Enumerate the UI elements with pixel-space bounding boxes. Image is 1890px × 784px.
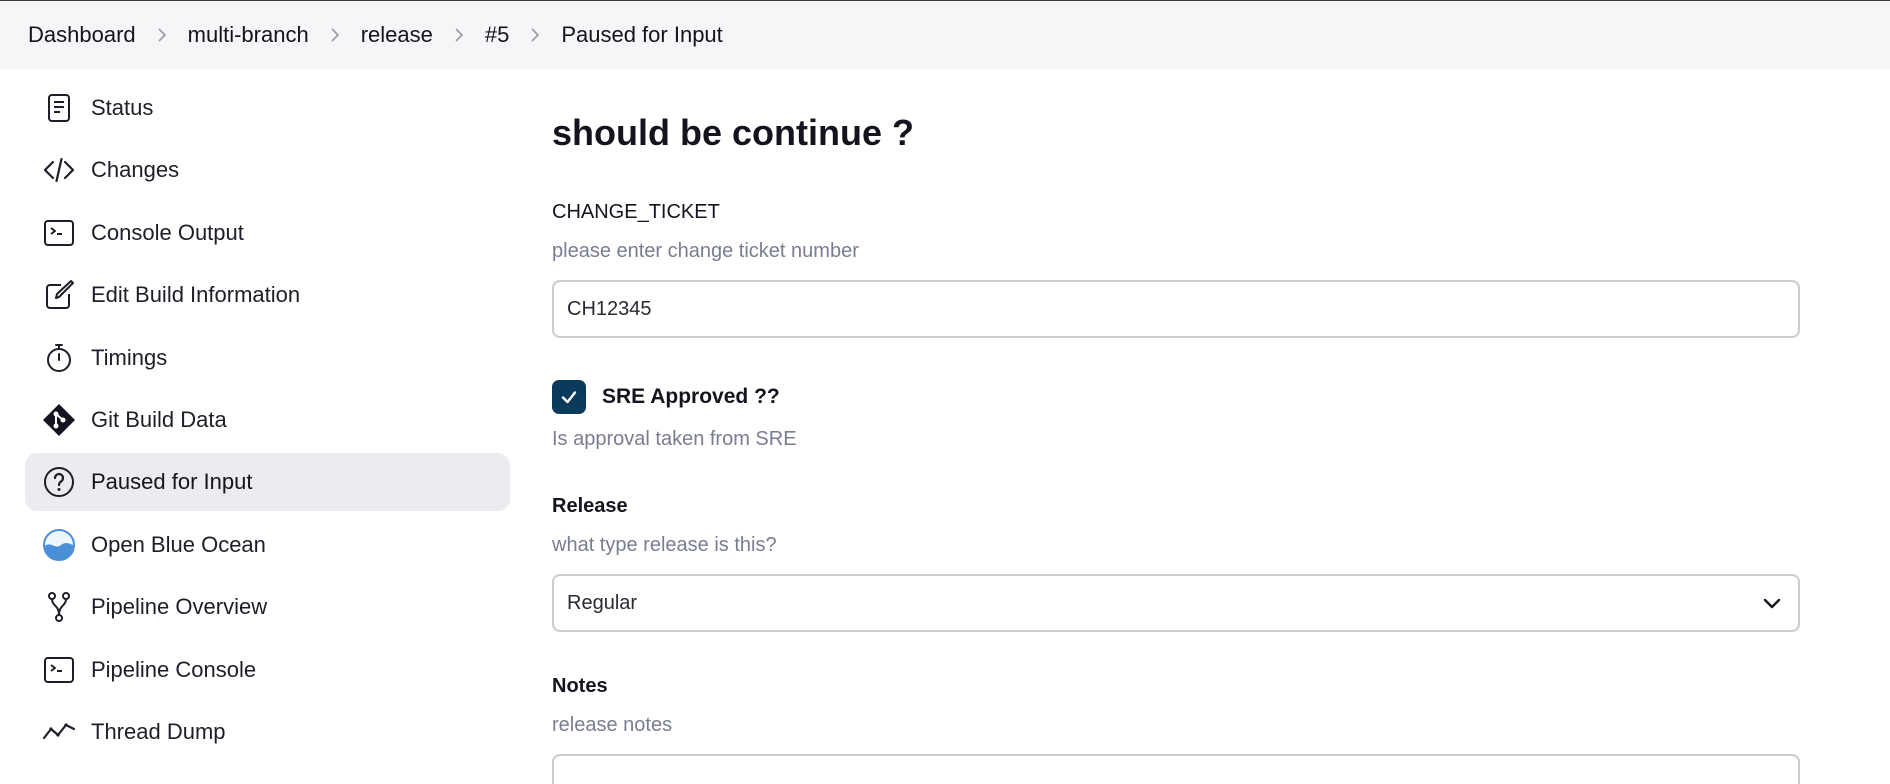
checkmark-icon <box>561 391 577 404</box>
sidebar: Status Changes Console Output Edit Build… <box>25 79 510 765</box>
code-icon <box>41 152 77 188</box>
sidebar-item-label: Pipeline Console <box>91 656 257 682</box>
sidebar-item-label: Git Build Data <box>91 406 227 432</box>
pulse-icon <box>41 714 77 750</box>
sre-approved-description: Is approval taken from SRE <box>552 428 797 450</box>
terminal-icon <box>41 215 77 251</box>
chevron-right-icon <box>433 23 485 47</box>
notes-textarea[interactable] <box>552 754 1800 784</box>
sidebar-item-edit-build-information[interactable]: Edit Build Information <box>25 266 510 324</box>
sidebar-item-label: Open Blue Ocean <box>91 531 266 557</box>
chevron-right-icon <box>136 23 188 47</box>
sidebar-item-label: Edit Build Information <box>91 282 301 308</box>
sidebar-item-paused-for-input[interactable]: Paused for Input <box>25 453 510 512</box>
breadcrumb-build-number[interactable]: #5 <box>485 22 509 48</box>
sidebar-item-thread-dump[interactable]: Thread Dump <box>25 703 510 761</box>
sidebar-item-label: Thread Dump <box>91 718 226 744</box>
chevron-down-icon <box>1763 598 1781 609</box>
input-form: should be continue ? CHANGE_TICKET pleas… <box>552 108 1800 784</box>
sidebar-item-label: Paused for Input <box>91 469 253 495</box>
sre-approved-row: SRE Approved ?? <box>552 380 1800 414</box>
sidebar-item-label: Console Output <box>91 219 244 245</box>
sre-approved-checkbox[interactable] <box>552 380 586 414</box>
sidebar-item-pipeline-console[interactable]: Pipeline Console <box>25 641 510 699</box>
sidebar-item-timings[interactable]: Timings <box>25 329 510 387</box>
breadcrumb-paused-for-input[interactable]: Paused for Input <box>561 22 722 48</box>
page-title: should be continue ? <box>552 112 914 153</box>
sidebar-item-status[interactable]: Status <box>25 79 510 137</box>
breadcrumb-release[interactable]: release <box>361 22 433 48</box>
notes-label: Notes <box>552 675 608 697</box>
release-label: Release <box>552 495 628 517</box>
sidebar-item-label: Pipeline Overview <box>91 594 268 620</box>
sidebar-item-label: Timings <box>91 344 168 370</box>
status-icon <box>41 90 77 126</box>
chevron-right-icon <box>509 23 561 47</box>
edit-icon <box>41 277 77 313</box>
stopwatch-icon <box>41 340 77 376</box>
sidebar-item-pipeline-overview[interactable]: Pipeline Overview <box>25 578 510 636</box>
breadcrumb: Dashboard multi-branch release #5 Paused… <box>0 0 1890 69</box>
breadcrumb-multi-branch[interactable]: multi-branch <box>188 22 309 48</box>
question-icon <box>41 464 77 500</box>
blue-ocean-icon <box>41 527 77 563</box>
sidebar-item-label: Status <box>91 95 154 120</box>
sidebar-item-changes[interactable]: Changes <box>25 141 510 199</box>
git-icon <box>41 402 77 438</box>
sidebar-item-label: Changes <box>91 157 180 183</box>
breadcrumb-dashboard[interactable]: Dashboard <box>28 22 136 48</box>
release-selected-value: Regular <box>567 591 638 614</box>
change-ticket-input[interactable] <box>552 280 1800 338</box>
sidebar-item-open-blue-ocean[interactable]: Open Blue Ocean <box>25 516 510 574</box>
change-ticket-label: CHANGE_TICKET <box>552 201 720 223</box>
change-ticket-description: please enter change ticket number <box>552 240 859 262</box>
sidebar-item-console-output[interactable]: Console Output <box>25 204 510 262</box>
sidebar-item-git-build-data[interactable]: Git Build Data <box>25 391 510 449</box>
terminal-icon <box>41 652 77 688</box>
chevron-right-icon <box>309 23 361 47</box>
release-description: what type release is this? <box>552 534 777 556</box>
notes-description: release notes <box>552 714 673 736</box>
sre-approved-label[interactable]: SRE Approved ?? <box>602 385 780 409</box>
release-select[interactable]: Regular <box>552 574 1800 632</box>
pipeline-icon <box>41 589 77 625</box>
